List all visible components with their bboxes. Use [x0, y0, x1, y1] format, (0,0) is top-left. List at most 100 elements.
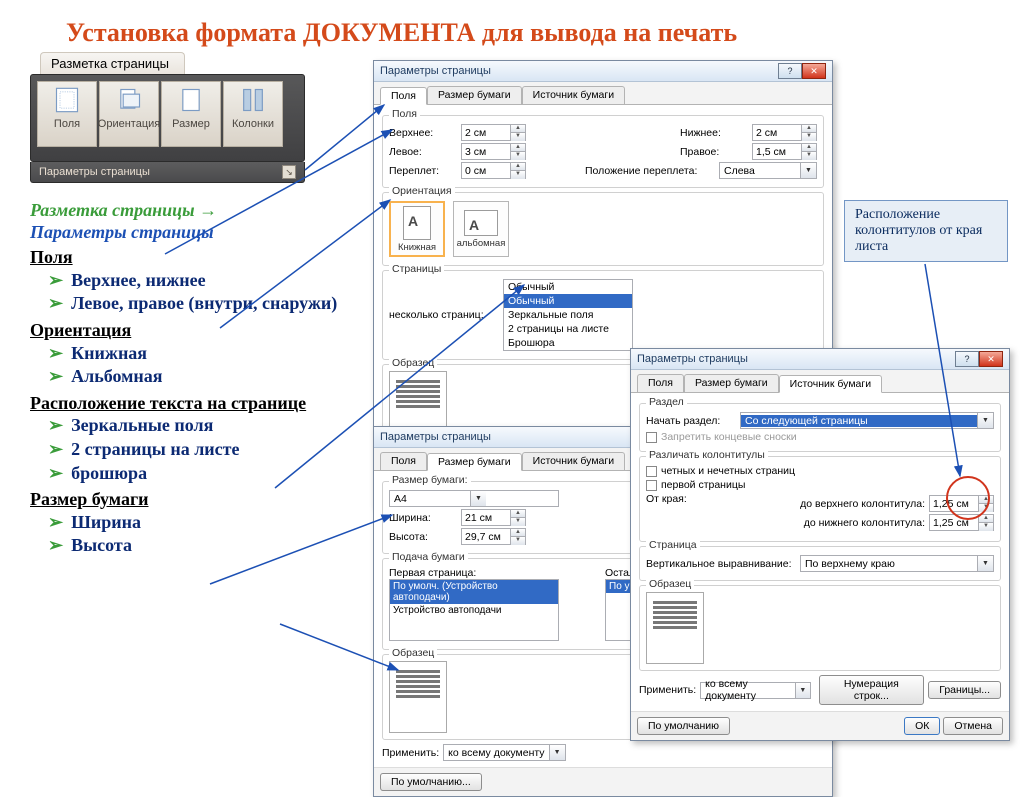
ribbon-footer-label: Параметры страницы [39, 166, 150, 178]
label-headeredge: до верхнего колонтитула: [800, 498, 925, 510]
apply-dropdown3[interactable]: ко всему документу▼ [700, 682, 810, 699]
label-startsection: Начать раздел: [646, 415, 736, 427]
legend-feed: Подача бумаги [389, 551, 468, 563]
ribbon-group: Разметка страницы Поля Ориентация Размер… [30, 52, 305, 183]
list-item: 2 страницы на листе [48, 438, 340, 462]
gutter-spinner[interactable]: ▲▼ [461, 162, 526, 179]
size-button[interactable]: Размер [161, 81, 221, 147]
firstpage-checkbox[interactable] [646, 480, 657, 491]
help-icon[interactable]: ? [778, 63, 802, 79]
right-spinner[interactable]: ▲▼ [752, 143, 817, 160]
tab-polya[interactable]: Поля [637, 374, 684, 392]
linenumber-button[interactable]: Нумерация строк... [819, 675, 925, 705]
label-firstpage: Первая страница: [389, 567, 601, 579]
legend-polya: Поля [389, 108, 420, 120]
label-multipages: несколько страниц: [389, 309, 499, 321]
valign-dropdown[interactable]: По верхнему краю▼ [800, 555, 994, 572]
tab-istochnik[interactable]: Источник бумаги [779, 375, 882, 393]
portrait-button[interactable]: Книжная [389, 201, 445, 257]
width-spinner[interactable]: ▲▼ [461, 509, 526, 526]
ok-button[interactable]: ОК [904, 717, 940, 735]
help-icon[interactable]: ? [955, 351, 979, 367]
legend-page: Страница [646, 539, 700, 551]
label-footeredge: до нижнего колонтитула: [804, 517, 925, 529]
dlg1-title: Параметры страницы [380, 65, 778, 77]
path-line2: Параметры страницы [30, 222, 340, 244]
label-apply2: Применить: [382, 747, 439, 759]
preview-icon [389, 661, 447, 733]
list-item: Зеркальные поля [48, 414, 340, 438]
close-icon[interactable]: ✕ [979, 351, 1003, 367]
multipages-listbox[interactable]: Обычный Обычный Зеркальные поля 2 страни… [503, 279, 633, 351]
legend-orientation: Ориентация [389, 185, 455, 197]
legend-sample: Образец [389, 357, 437, 369]
path-line1: Разметка страницы → [30, 200, 340, 222]
orientation-label: Ориентация [98, 118, 160, 130]
columns-button[interactable]: Колонки [223, 81, 283, 147]
orientation-icon [115, 86, 143, 114]
callout: Расположение колонтитулов от края листа [844, 200, 1008, 262]
default-button[interactable]: По умолчанию [637, 717, 730, 735]
left-spinner[interactable]: ▲▼ [461, 143, 526, 160]
heading-papersize: Размер бумаги [30, 489, 340, 511]
label-width: Ширина: [389, 512, 457, 524]
list-item: Левое, правое (внутри, снаружи) [48, 292, 340, 316]
legend-headfoot: Различать колонтитулы [646, 449, 768, 461]
label-valign: Вертикальное выравнивание: [646, 558, 796, 570]
landscape-page-icon [464, 210, 498, 236]
size-icon [177, 86, 205, 114]
label-bottom: Нижнее: [680, 127, 748, 139]
firstpage-listbox[interactable]: По умолч. (Устройство автоподачи) Устрой… [389, 579, 559, 641]
list-item: Книжная [48, 342, 340, 366]
label-gutterpos: Положение переплета: [585, 165, 715, 177]
legend-pages: Страницы [389, 263, 444, 275]
tab-istochnik[interactable]: Источник бумаги [522, 452, 625, 470]
ribbon-footer: Параметры страницы ↘ [30, 162, 305, 183]
label-firstpage: первой страницы [661, 479, 745, 491]
dlg3-title: Параметры страницы [637, 353, 955, 365]
orientation-button[interactable]: Ориентация [99, 81, 159, 147]
close-icon[interactable]: ✕ [802, 63, 826, 79]
list-item: брошюра [48, 462, 340, 486]
dialog-launcher-icon[interactable]: ↘ [282, 165, 296, 179]
legend-section: Раздел [646, 396, 687, 408]
preview-icon [646, 592, 704, 664]
list-item: Ширина [48, 511, 340, 535]
list-item: Верхнее, нижнее [48, 269, 340, 293]
portrait-page-icon [403, 206, 431, 240]
apply-dropdown2[interactable]: ко всему документу▼ [443, 744, 565, 761]
tab-razmer[interactable]: Размер бумаги [427, 86, 522, 104]
page-title: Установка формата ДОКУМЕНТА для вывода н… [66, 18, 737, 48]
borders-button[interactable]: Границы... [928, 681, 1001, 699]
gutterpos-dropdown[interactable]: Слева▼ [719, 162, 817, 179]
label-fromedge: От края: [646, 493, 702, 505]
list-item: Высота [48, 534, 340, 558]
legend-sample2: Образец [389, 647, 437, 659]
label-left: Левое: [389, 146, 457, 158]
margins-button[interactable]: Поля [37, 81, 97, 147]
suppress-checkbox[interactable] [646, 432, 657, 443]
cancel-button[interactable]: Отмена [943, 717, 1003, 735]
startsection-dropdown[interactable]: Со следующей страницы▼ [740, 412, 994, 429]
legend-sample3: Образец [646, 578, 694, 590]
highlight-circle [946, 476, 990, 520]
landscape-button[interactable]: альбомная [453, 201, 509, 257]
tab-polya[interactable]: Поля [380, 87, 427, 105]
height-spinner[interactable]: ▲▼ [461, 528, 526, 545]
papersize-dropdown[interactable]: A4▼ [389, 490, 559, 507]
list-item: Альбомная [48, 365, 340, 389]
default-button[interactable]: По умолчанию... [380, 773, 482, 791]
ribbon-tab-label[interactable]: Разметка страницы [40, 52, 185, 74]
legend-papersize: Размер бумаги: [389, 474, 471, 486]
oddeven-checkbox[interactable] [646, 466, 657, 477]
bottom-spinner[interactable]: ▲▼ [752, 124, 817, 141]
tab-razmer[interactable]: Размер бумаги [684, 374, 779, 392]
tab-istochnik[interactable]: Источник бумаги [522, 86, 625, 104]
label-right: Правое: [680, 146, 748, 158]
heading-textloc: Расположение текста на странице [30, 393, 340, 415]
top-spinner[interactable]: ▲▼ [461, 124, 526, 141]
tab-polya[interactable]: Поля [380, 452, 427, 470]
label-top: Верхнее: [389, 127, 457, 139]
tab-razmer[interactable]: Размер бумаги [427, 453, 522, 471]
dlg-papersource: Параметры страницы ? ✕ Поля Размер бумаг… [630, 348, 1010, 741]
